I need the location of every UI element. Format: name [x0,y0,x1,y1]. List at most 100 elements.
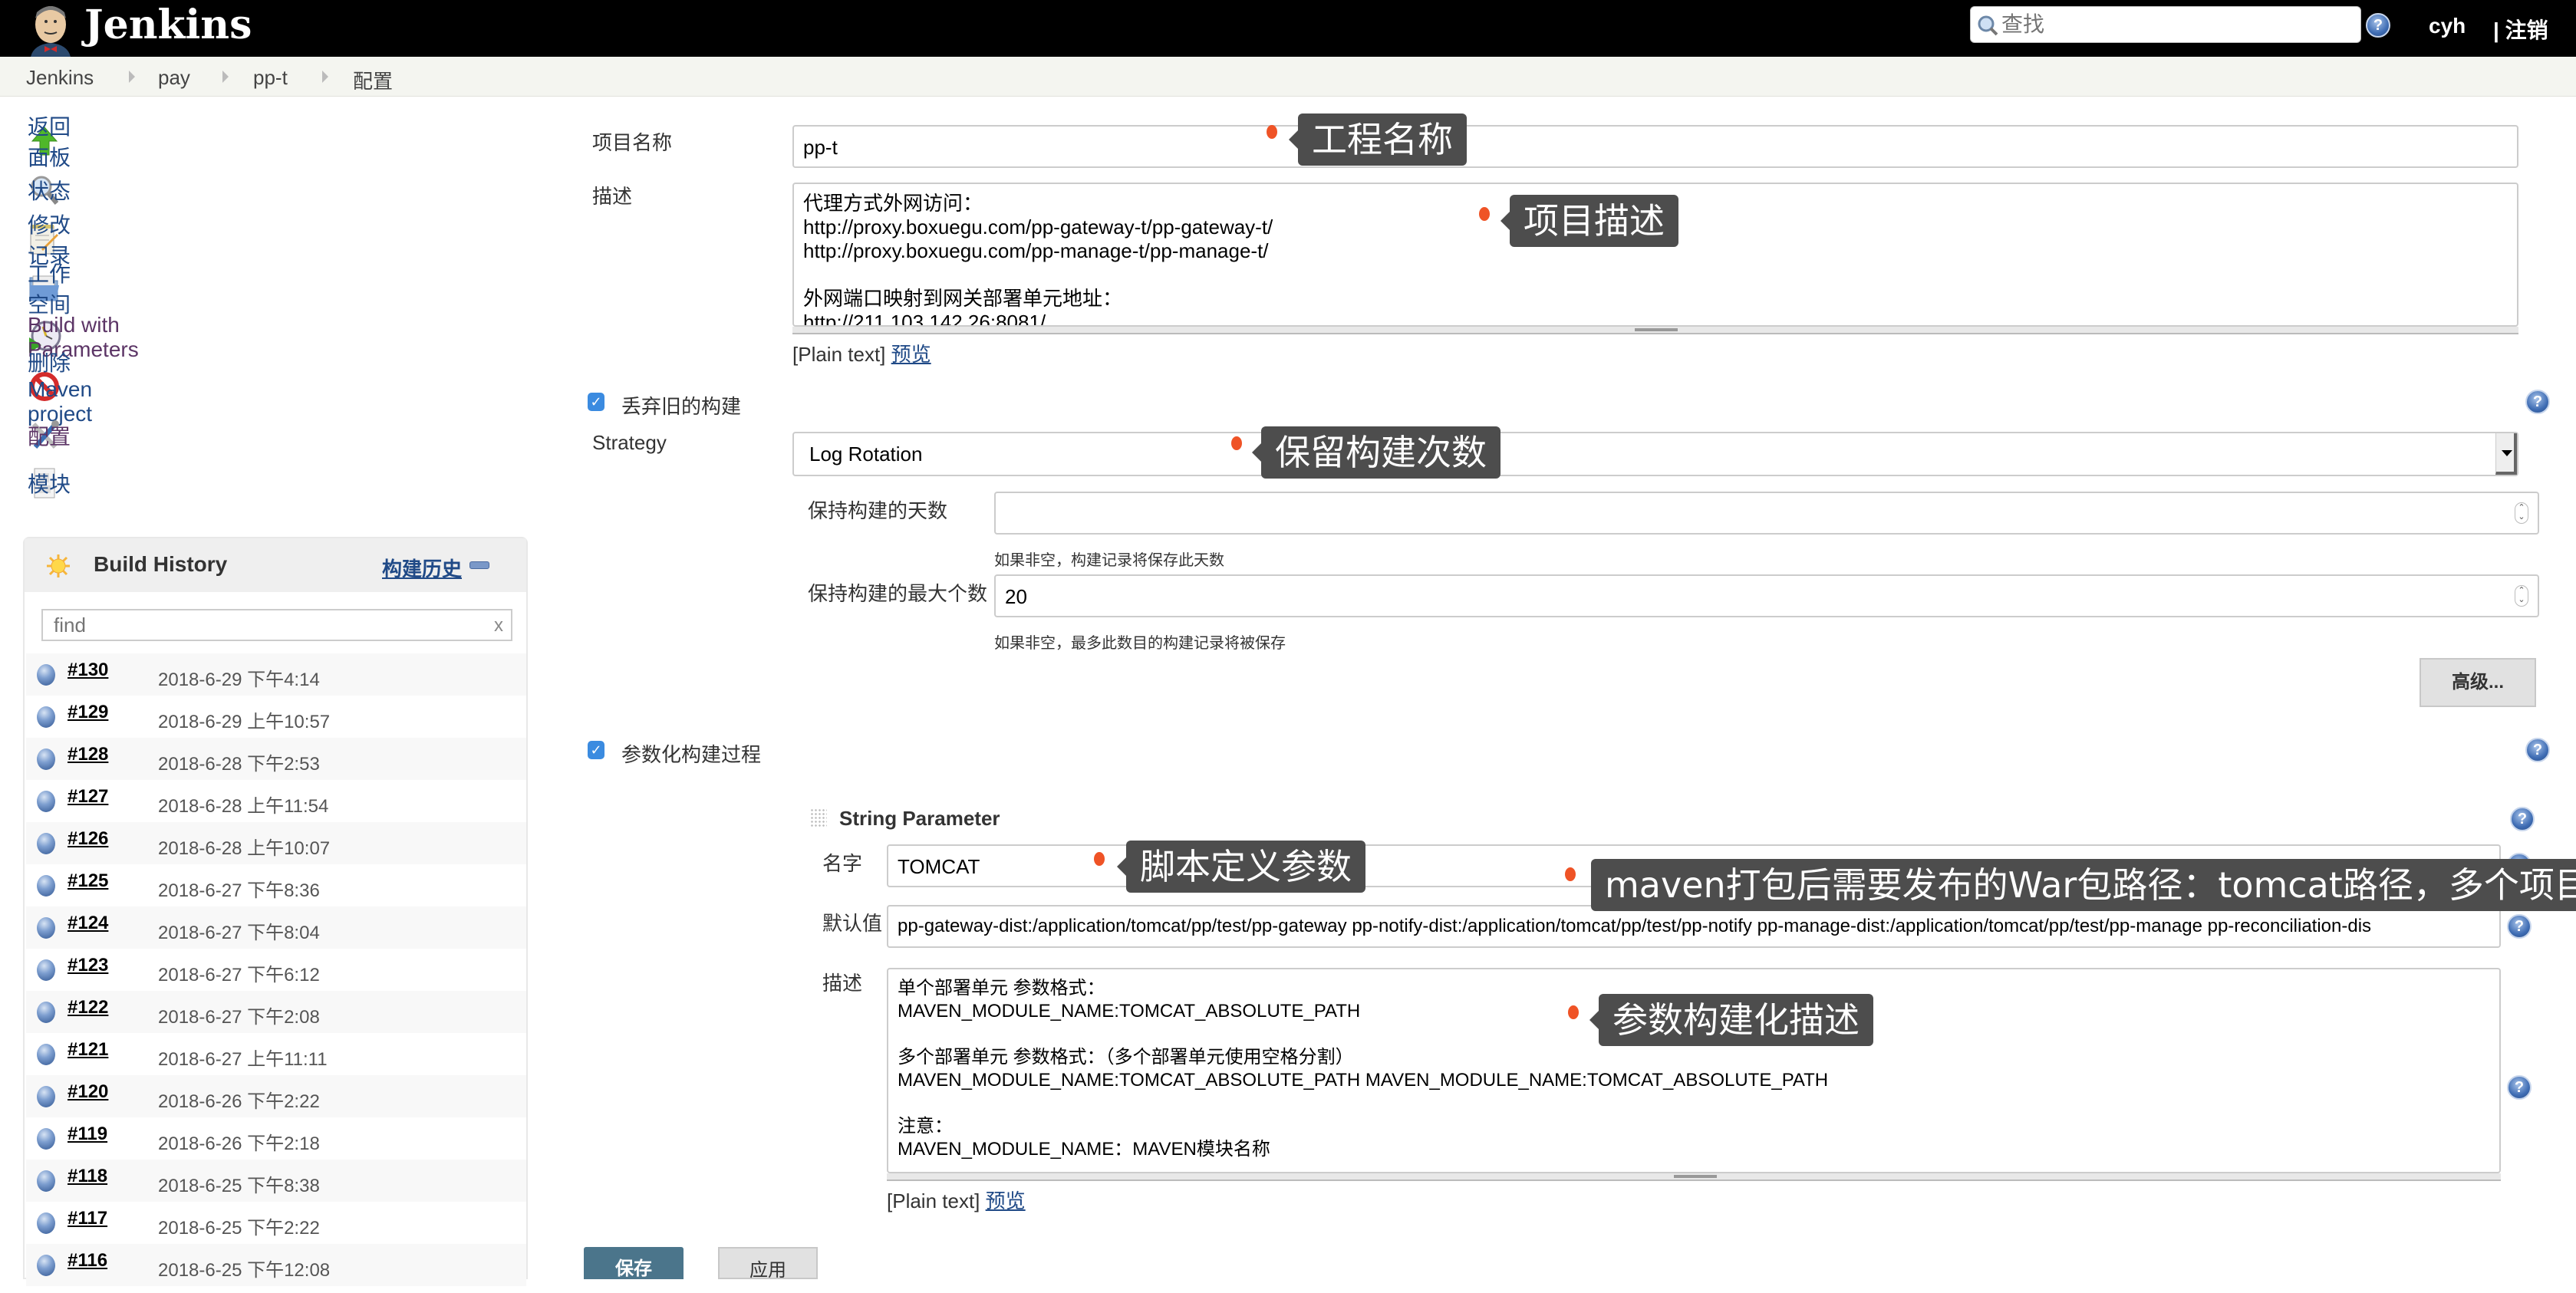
apply-button[interactable]: 应用 [718,1247,818,1281]
help-icon[interactable]: ? [2510,807,2535,831]
build-number-link[interactable]: #125 [68,870,108,892]
plain-text-label: [Plain text] [792,343,886,366]
annotation-dot [1565,867,1576,881]
strategy-select[interactable]: Log Rotation [792,432,2518,476]
sidebar-item-workspace[interactable]: 工作空间 [28,262,72,317]
parameterized-label: 参数化构建过程 [621,743,762,766]
number-spinner-icon[interactable]: ⌃ ⌄ [2515,585,2528,607]
preview-link[interactable]: 预览 [891,343,931,366]
build-status-ball-icon [37,917,55,939]
clear-filter-button[interactable]: x [494,615,503,637]
jenkins-butler-logo-icon[interactable] [28,3,75,57]
help-icon[interactable]: ? [2507,1075,2532,1100]
sidebar-item-label: 状态 [28,179,71,203]
build-row: #129 2018-6-29 上午10:57 [26,696,526,738]
help-icon[interactable]: ? [2525,738,2550,762]
param-description-format: [Plain text] 预览 [887,1186,1026,1214]
parameterized-checkbox[interactable]: ✓ [588,741,604,759]
build-status-ball-icon [37,748,55,770]
search-icon [1978,15,1998,36]
logout-link[interactable]: | 注销 [2493,14,2548,44]
sidebar-item-label: 删除 Maven project [28,351,93,426]
sidebar-item-configure[interactable]: 配置 [28,416,72,456]
resize-grip-icon[interactable] [1635,328,1678,331]
build-number-link[interactable]: #118 [68,1166,107,1187]
build-number-link[interactable]: #122 [68,997,108,1018]
search-box[interactable] [1970,6,2361,43]
annotation-dot [1267,125,1277,139]
sidebar-item-modules[interactable]: 模块 [28,463,72,503]
breadcrumb-item-pay[interactable]: pay [158,66,190,90]
days-to-keep-hint: 如果非空，构建记录将保存此天数 [994,552,1224,569]
build-number-link[interactable]: #117 [68,1208,107,1229]
max-builds-label: 保持构建的最大个数 [808,582,988,605]
build-number-link[interactable]: #123 [68,955,108,976]
chevron-down-icon[interactable] [2495,433,2517,475]
app-name[interactable]: Jenkins [84,0,252,51]
sidebar-item-status[interactable]: 状态 [28,170,72,210]
build-row: #126 2018-6-28 上午10:07 [26,822,526,864]
annotation-dot [1479,207,1490,221]
drag-handle-icon[interactable] [810,808,827,827]
build-date: 2018-6-27 下午6:12 [158,965,320,985]
build-number-link[interactable]: #116 [68,1250,107,1272]
collapse-icon[interactable] [469,561,489,569]
build-number-link[interactable]: #130 [68,660,108,681]
annotation-param-description: 参数构建化描述 [1589,994,1873,1046]
build-row: #125 2018-6-27 下午8:36 [26,864,526,906]
textarea-resize-bar[interactable] [792,327,2518,334]
build-number-link[interactable]: #124 [68,913,108,934]
discard-old-builds-checkbox[interactable]: ✓ [588,393,604,411]
build-date: 2018-6-25 下午12:08 [158,1260,331,1281]
build-date: 2018-6-25 下午8:38 [158,1176,320,1196]
textarea-resize-bar[interactable] [887,1173,2501,1181]
build-number-link[interactable]: #119 [68,1124,107,1145]
build-row: #116 2018-6-25 下午12:08 [26,1244,526,1286]
advanced-button[interactable]: 高级... [2420,658,2536,707]
build-filter-input[interactable] [54,614,468,637]
help-icon[interactable]: ? [2525,390,2550,414]
build-trend-link[interactable]: 构建历史 [382,554,462,582]
build-row: #128 2018-6-28 下午2:53 [26,738,526,780]
build-status-ball-icon [37,664,55,686]
project-name-input[interactable]: pp-t [792,125,2518,168]
build-number-link[interactable]: #121 [68,1039,108,1061]
help-icon[interactable]: ? [2507,914,2532,939]
param-default-input[interactable]: pp-gateway-dist:/application/tomcat/pp/t… [887,905,2501,948]
annotation-param-name: 脚本定义参数 [1117,841,1365,893]
sidebar-item-back-to-dashboard[interactable]: 返回面板 [28,115,72,169]
sidebar-item-delete-project[interactable]: 删除 Maven project [28,351,92,426]
build-status-ball-icon [37,875,55,897]
build-row: #120 2018-6-26 下午2:22 [26,1075,526,1117]
sidebar-item-changes[interactable]: 修改记录 [28,213,72,268]
current-user-link[interactable]: cyh [2429,14,2466,38]
number-spinner-icon[interactable]: ⌃ ⌄ [2515,502,2528,524]
breadcrumb-item-jenkins[interactable]: Jenkins [26,66,94,90]
search-input[interactable] [2001,12,2354,38]
build-number-link[interactable]: #129 [68,702,108,723]
save-button[interactable]: 保存 [584,1247,684,1279]
build-date: 2018-6-27 上午11:11 [158,1049,328,1070]
annotation-dot [1231,436,1242,450]
breadcrumb-item-pp-t[interactable]: pp-t [253,66,288,90]
build-status-ball-icon [37,833,55,854]
max-builds-input[interactable]: 20 ⌃ ⌄ [994,574,2539,617]
build-number-link[interactable]: #128 [68,744,108,765]
build-number-link[interactable]: #126 [68,828,108,850]
build-status-ball-icon [37,706,55,728]
build-date: 2018-6-29 下午4:14 [158,670,320,690]
days-to-keep-input[interactable]: ⌃ ⌄ [994,492,2539,535]
search-help-icon[interactable]: ? [2366,13,2390,38]
breadcrumb-separator-icon [322,71,328,83]
build-number-link[interactable]: #120 [68,1081,108,1103]
param-default-label: 默认值 [822,912,883,935]
plain-text-label: [Plain text] [887,1189,980,1212]
breadcrumb-item-configure[interactable]: 配置 [353,66,393,94]
build-number-link[interactable]: #127 [68,786,108,808]
parameter-type-title: String Parameter [839,807,1000,830]
build-filter-box[interactable]: x [41,609,512,641]
build-row: #130 2018-6-29 下午4:14 [26,653,526,696]
preview-link[interactable]: 预览 [986,1189,1026,1212]
resize-grip-icon[interactable] [1674,1175,1717,1178]
build-date: 2018-6-28 上午11:54 [158,796,329,817]
